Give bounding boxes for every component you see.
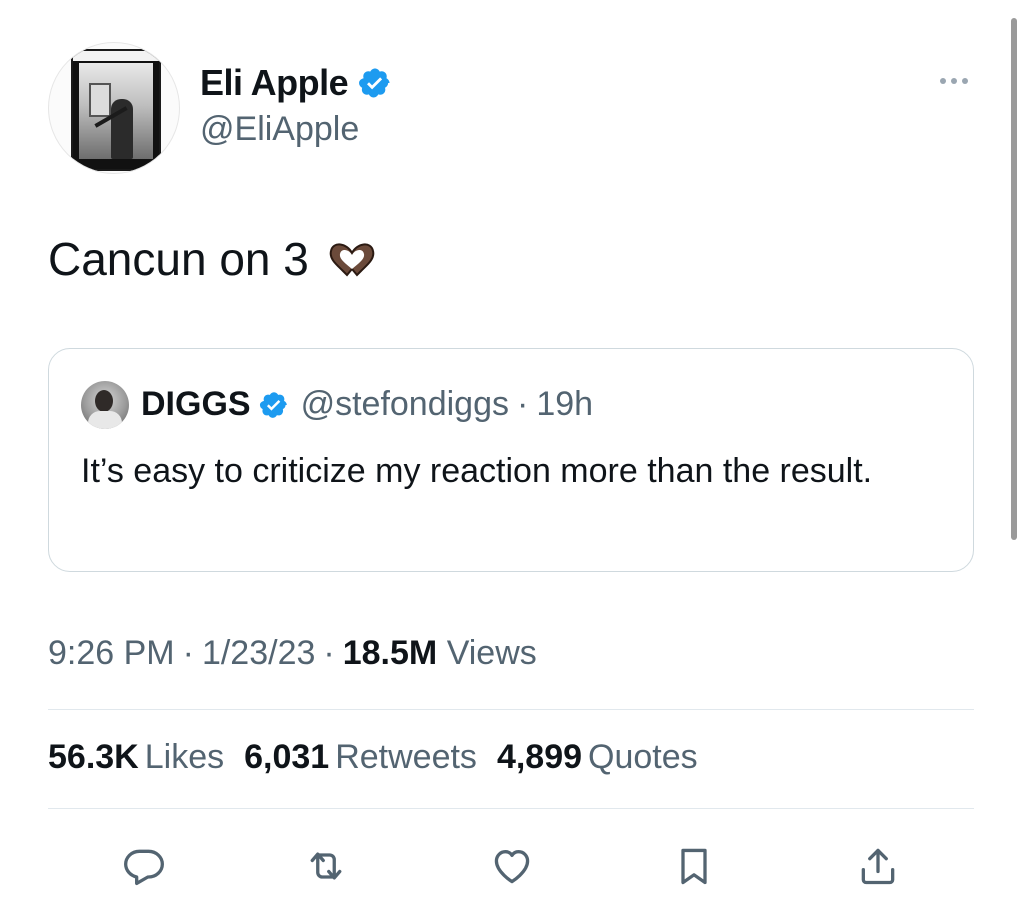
retweets-stat[interactable]: 6,031 Retweets [244, 738, 477, 777]
author-avatar[interactable] [48, 42, 180, 174]
quoted-timestamp[interactable]: 19h [536, 385, 593, 424]
tweet-date[interactable]: 1/23/23 [202, 634, 315, 672]
scrollbar[interactable] [1011, 18, 1017, 540]
tweet-meta: 9:26 PM · 1/23/23 · 18.5M Views [48, 634, 537, 673]
quoted-tweet-text: It’s easy to criticize my reaction more … [81, 452, 873, 490]
bookmark-icon [681, 848, 707, 885]
author-name-row[interactable]: Eli Apple [200, 62, 392, 104]
quotes-label: Quotes [588, 738, 698, 776]
more-options-button[interactable] [932, 66, 976, 96]
quotes-count: 4,899 [496, 738, 583, 776]
divider [48, 709, 974, 710]
views-count: 18.5M [342, 634, 438, 672]
heart-hands-icon [329, 243, 375, 277]
tweet-stats: 56.3K Likes 6,031 Retweets 4,899 Quotes [48, 738, 718, 777]
retweets-count: 6,031 [244, 738, 330, 776]
retweets-label: Retweets [335, 738, 477, 776]
bookmark-button[interactable] [666, 838, 722, 894]
verified-badge-icon [359, 68, 390, 98]
verified-badge-icon [259, 391, 287, 418]
quoted-author-avatar[interactable] [81, 381, 129, 429]
quoted-tweet-card[interactable]: DIGGS @stefondiggs · 19h It’s easy to cr… [48, 348, 974, 572]
retweet-button[interactable] [298, 838, 354, 894]
likes-stat[interactable]: 56.3K Likes [48, 738, 224, 777]
quoted-display-name[interactable]: DIGGS [141, 385, 251, 424]
quoted-handle[interactable]: @stefondiggs [301, 385, 509, 424]
divider [48, 808, 974, 809]
meta-separator: · [323, 634, 335, 672]
share-button[interactable] [850, 838, 906, 894]
views-label: Views [446, 634, 537, 672]
like-button[interactable] [484, 838, 540, 894]
quoted-separator: · [517, 385, 529, 423]
tweet-body: Cancun on 3 [48, 233, 309, 285]
meta-separator: · [182, 634, 194, 672]
likes-label: Likes [144, 738, 225, 776]
share-icon [861, 848, 895, 885]
reply-icon [124, 849, 164, 886]
author-display-name[interactable]: Eli Apple [200, 62, 349, 104]
quotes-stat[interactable]: 4,899 Quotes [497, 738, 698, 777]
reply-button[interactable] [116, 838, 172, 894]
author-handle[interactable]: @EliApple [200, 110, 359, 149]
retweet-icon [310, 852, 342, 880]
likes-count: 56.3K [48, 738, 139, 776]
tweet-text: Cancun on 3 [48, 232, 379, 286]
tweet-time[interactable]: 9:26 PM [48, 634, 175, 672]
action-bar [0, 838, 1024, 894]
avatar-poster-image [71, 49, 161, 171]
like-icon [494, 850, 530, 884]
more-dots-icon [940, 78, 946, 84]
quoted-tweet-header: DIGGS @stefondiggs · 19h [141, 385, 593, 424]
